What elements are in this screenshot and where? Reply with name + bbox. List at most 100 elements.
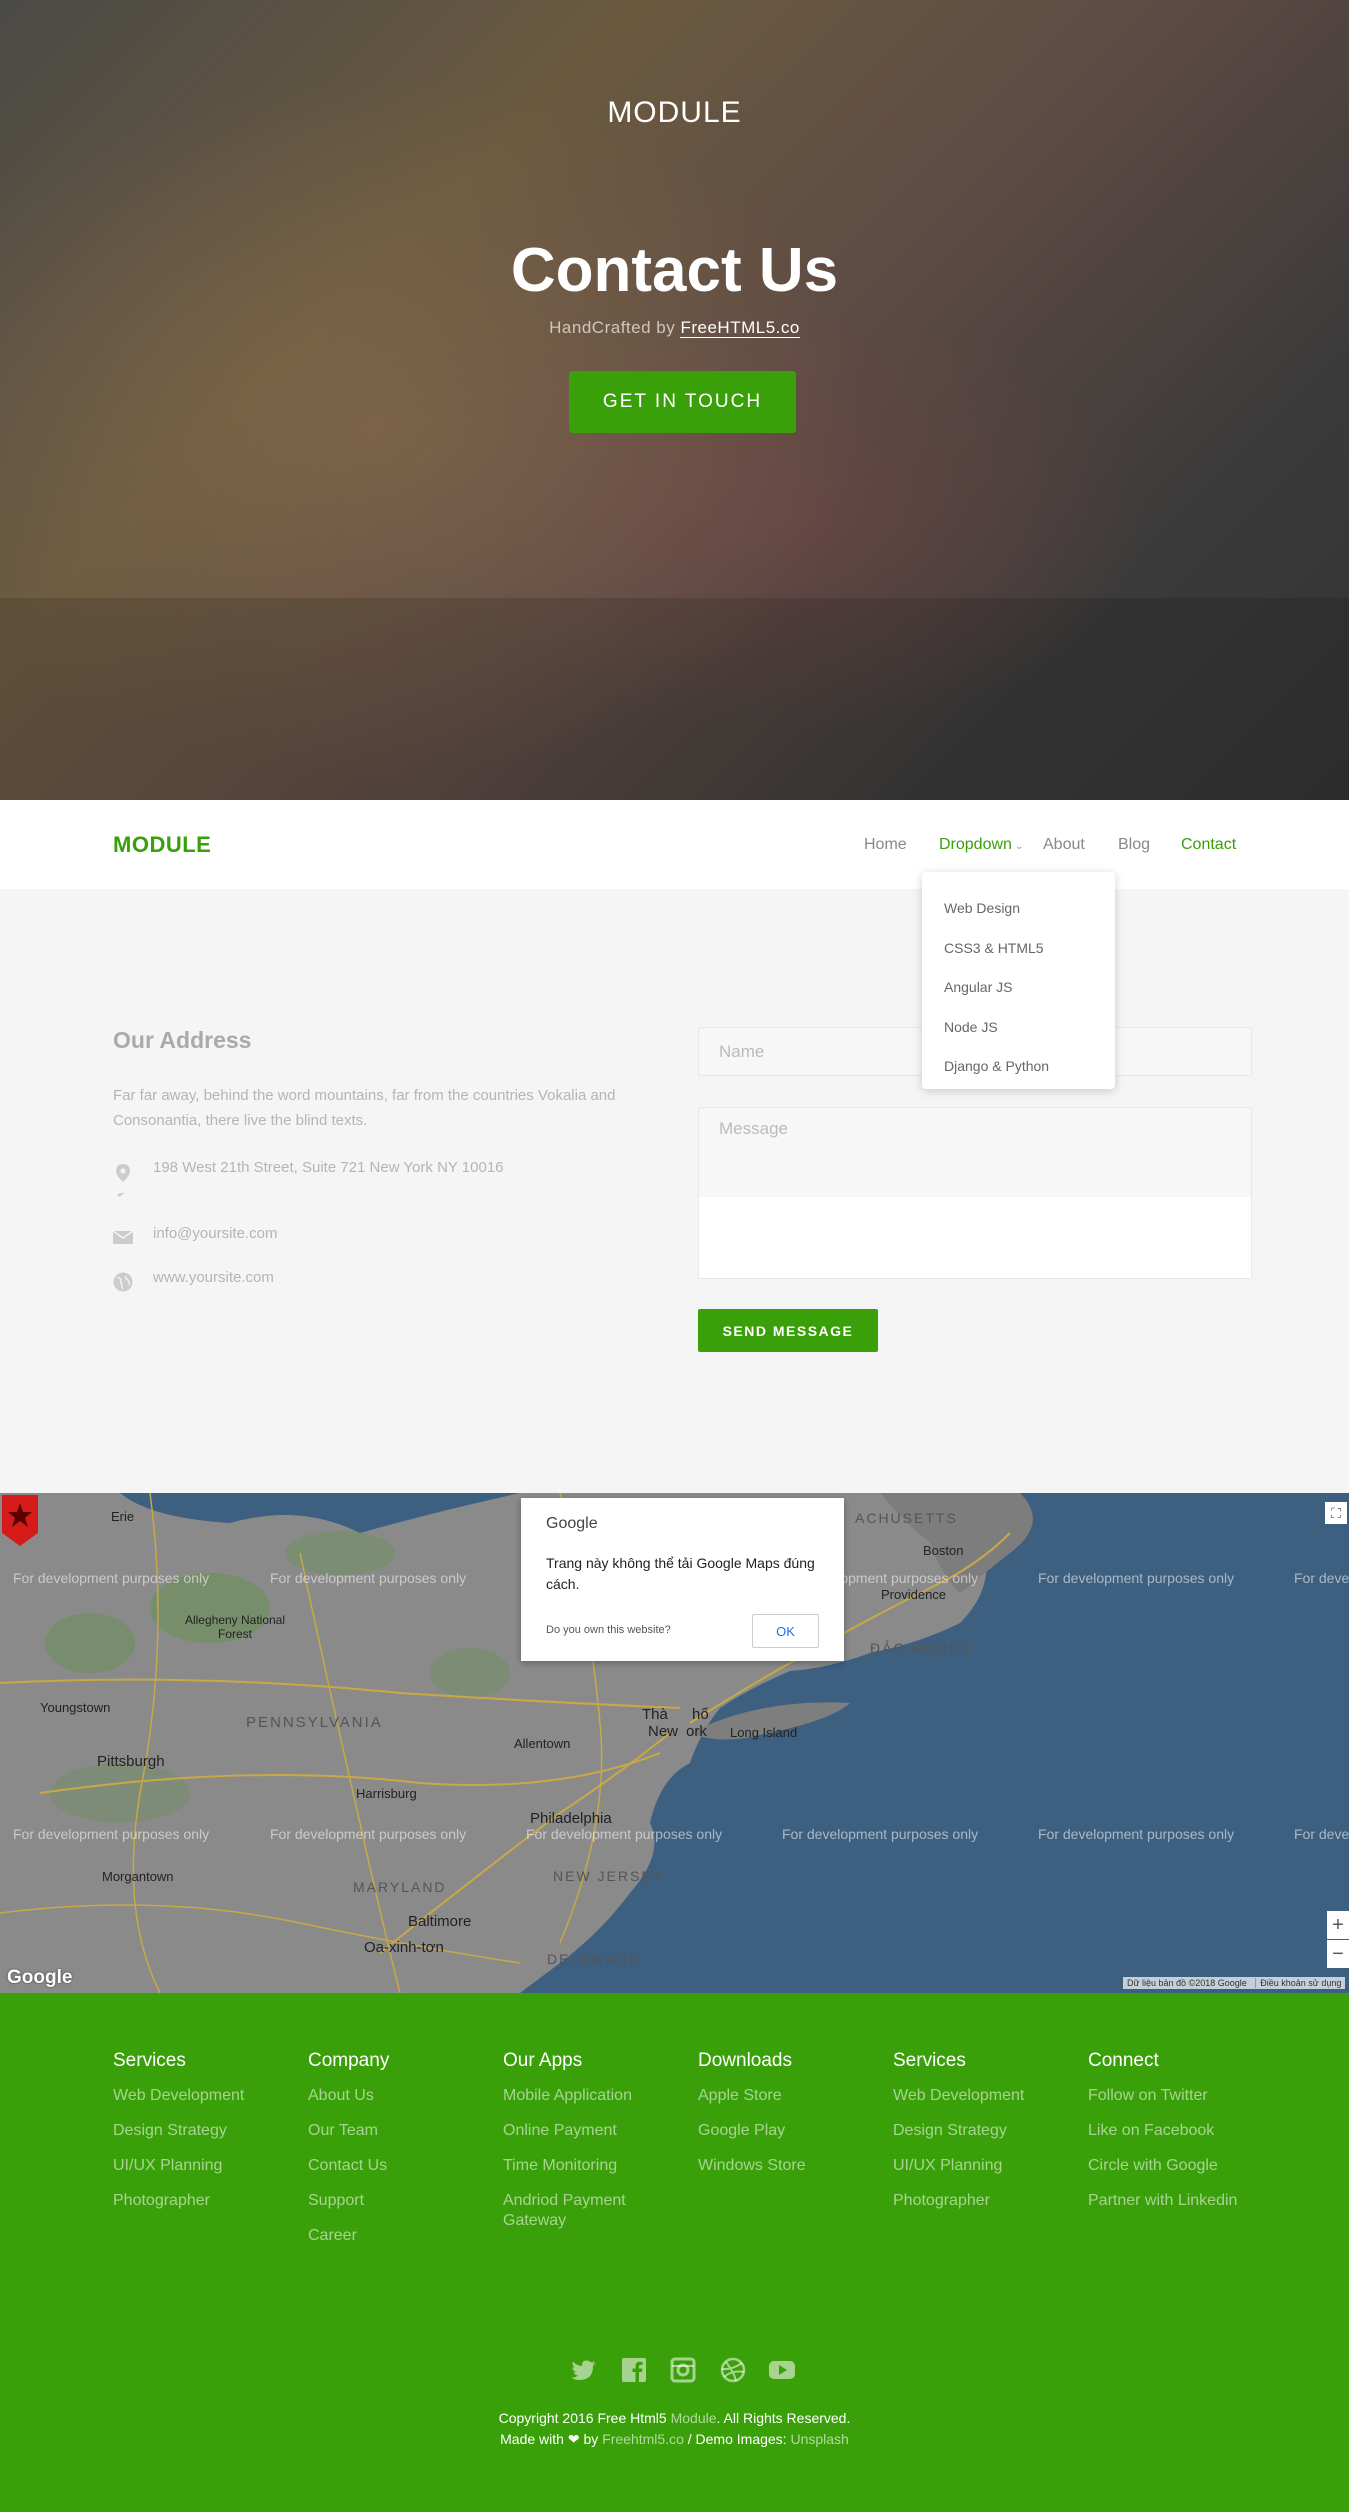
dropdown-item-angular-js[interactable]: Angular JS bbox=[944, 979, 1012, 995]
footer-link[interactable]: Photographer bbox=[113, 2191, 293, 2211]
footer-link[interactable]: Andriod Payment Gateway bbox=[503, 2191, 663, 2231]
footer-link[interactable]: Support bbox=[308, 2191, 488, 2211]
map-marker-icon[interactable] bbox=[0, 1493, 40, 1548]
map-pin-icon bbox=[113, 1162, 133, 1197]
footer-link[interactable]: Web Development bbox=[113, 2086, 293, 2106]
hero-logo[interactable]: MODULE bbox=[0, 96, 1349, 130]
message-placeholder: Message bbox=[719, 1119, 788, 1138]
footer-link[interactable]: Design Strategy bbox=[893, 2121, 1073, 2141]
map-label-nyc-a: Thà bbox=[642, 1706, 668, 1723]
hero-credit-link[interactable]: FreeHTML5.co bbox=[680, 318, 800, 338]
footer-heading: Connect bbox=[1088, 2050, 1159, 2071]
google-logo-small: Google bbox=[546, 1515, 598, 1532]
map-label-boston: Boston bbox=[923, 1543, 964, 1558]
footer-link[interactable]: Google Play bbox=[698, 2121, 878, 2141]
dropdown-item-node-js[interactable]: Node JS bbox=[944, 1019, 998, 1035]
dev-watermark: For development purposes only bbox=[1038, 1570, 1235, 1586]
footer-link[interactable]: Like on Facebook bbox=[1088, 2121, 1288, 2141]
map-label-nyc-d: hố bbox=[692, 1706, 709, 1723]
site-footer: Services Web Development Design Strategy… bbox=[0, 1993, 1349, 2512]
copyright-module-link[interactable]: Module bbox=[671, 2410, 717, 2426]
fullscreen-icon[interactable]: ⛶ bbox=[1325, 1502, 1347, 1524]
footer-link[interactable]: UI/UX Planning bbox=[893, 2156, 1073, 2176]
map-label-washington: Oa-xinh-tơn bbox=[364, 1939, 444, 1956]
footer-link[interactable]: Our Team bbox=[308, 2121, 488, 2141]
address-title: Our Address bbox=[113, 1027, 252, 1053]
footer-link[interactable]: Circle with Google bbox=[1088, 2156, 1288, 2176]
footer-heading: Services bbox=[113, 2050, 186, 2071]
map-label-long-island: Long Island bbox=[730, 1725, 798, 1740]
map-label-providence: Providence bbox=[881, 1587, 947, 1602]
nav-item-contact[interactable]: Contact bbox=[1181, 836, 1236, 854]
footer-link[interactable]: Mobile Application bbox=[503, 2086, 663, 2106]
unsplash-link[interactable]: Unsplash bbox=[790, 2431, 848, 2447]
footer-link[interactable]: Career bbox=[308, 2226, 488, 2246]
nav-item-blog[interactable]: Blog bbox=[1118, 836, 1150, 854]
footer-link[interactable]: UI/UX Planning bbox=[113, 2156, 293, 2176]
hero-lower-band bbox=[0, 598, 1349, 800]
hero-subtitle-prefix: HandCrafted by bbox=[549, 318, 676, 337]
map-label-allentown: Allentown bbox=[514, 1736, 571, 1751]
footer-link[interactable]: Photographer bbox=[893, 2191, 1073, 2211]
map-data-text: Dữ liệu bản đồ ©2018 Google bbox=[1127, 1978, 1247, 1988]
dropdown-item-css3-html5[interactable]: CSS3 & HTML5 bbox=[944, 940, 1044, 956]
zoom-out-button[interactable]: − bbox=[1327, 1940, 1349, 1968]
dropdown-item-web-design[interactable]: Web Design bbox=[944, 900, 1020, 916]
footer-link[interactable]: Time Monitoring bbox=[503, 2156, 663, 2176]
map-label-rhode-island: ĐẢO RHODE bbox=[870, 1640, 973, 1656]
dev-watermark: For development purposes only bbox=[782, 1826, 979, 1842]
nav-item-about[interactable]: About bbox=[1043, 836, 1085, 854]
address-email[interactable]: info@yoursite.com bbox=[153, 1225, 277, 1242]
credits-made-with: Made with bbox=[500, 2431, 564, 2447]
map-section[interactable]: For development purposes only For develo… bbox=[0, 1493, 1349, 1993]
map-label-delaware: DELAWARE bbox=[547, 1951, 641, 1967]
footer-link[interactable]: Windows Store bbox=[698, 2156, 878, 2176]
dialog-ok-button[interactable]: OK bbox=[752, 1614, 819, 1648]
dev-watermark: For development purposes only bbox=[1294, 1826, 1349, 1842]
dev-watermark: For development purposes only bbox=[13, 1826, 210, 1842]
youtube-icon[interactable] bbox=[767, 2355, 797, 2385]
contact-section: Our Address Far far away, behind the wor… bbox=[0, 889, 1349, 1493]
nav-item-dropdown[interactable]: Dropdown ⌄ bbox=[939, 836, 1023, 854]
map-label-maryland: MARYLAND bbox=[353, 1879, 447, 1895]
map-label-allegheny: Allegheny National Forest bbox=[184, 1613, 286, 1641]
own-website-link[interactable]: Do you own this website? bbox=[546, 1624, 671, 1636]
footer-heading: Our Apps bbox=[503, 2050, 583, 2071]
freehtml5-link[interactable]: Freehtml5.co bbox=[602, 2431, 684, 2447]
map-terms-link[interactable]: Điều khoản sử dụng bbox=[1255, 1978, 1342, 1988]
footer-link[interactable]: Follow on Twitter bbox=[1088, 2086, 1288, 2106]
credits-by: by bbox=[583, 2431, 599, 2447]
get-in-touch-button[interactable]: GET IN TOUCH bbox=[569, 371, 796, 433]
zoom-in-button[interactable]: + bbox=[1327, 1911, 1349, 1939]
message-textarea[interactable]: Message bbox=[698, 1107, 1252, 1279]
copyright-suffix: . All Rights Reserved. bbox=[716, 2410, 851, 2426]
footer-heading: Company bbox=[308, 2050, 390, 2071]
dev-watermark: For development purposes only bbox=[270, 1826, 467, 1842]
main-navbar: MODULE Home Dropdown ⌄ About Blog Contact bbox=[0, 800, 1349, 889]
footer-heading: Services bbox=[893, 2050, 966, 2071]
nav-item-home[interactable]: Home bbox=[864, 836, 907, 854]
map-label-nyc-b: New bbox=[648, 1723, 679, 1740]
footer-link[interactable]: About Us bbox=[308, 2086, 488, 2106]
twitter-icon[interactable] bbox=[569, 2355, 599, 2385]
google-logo[interactable]: Google bbox=[7, 1967, 72, 1989]
send-message-button[interactable]: SEND MESSAGE bbox=[698, 1309, 878, 1352]
map-label-new-jersey: NEW JERSEY bbox=[553, 1868, 665, 1884]
facebook-icon[interactable] bbox=[619, 2355, 649, 2385]
instagram-icon[interactable] bbox=[668, 2355, 698, 2385]
dev-watermark: For development purposes only bbox=[526, 1826, 723, 1842]
footer-link[interactable]: Contact Us bbox=[308, 2156, 488, 2176]
footer-link[interactable]: Online Payment bbox=[503, 2121, 663, 2141]
nav-logo[interactable]: MODULE bbox=[113, 832, 211, 858]
footer-link[interactable]: Apple Store bbox=[698, 2086, 878, 2106]
footer-link[interactable]: Web Development bbox=[893, 2086, 1073, 2106]
footer-link[interactable]: Partner with Linkedin bbox=[1088, 2191, 1288, 2211]
address-website[interactable]: www.yoursite.com bbox=[153, 1269, 274, 1286]
footer-column-connect: Connect Follow on Twitter Like on Facebo… bbox=[1088, 2050, 1288, 2226]
dribbble-icon[interactable] bbox=[718, 2355, 748, 2385]
footer-column-services-2: Services Web Development Design Strategy… bbox=[893, 2050, 1073, 2226]
credits-line: Made with ❤ by Freehtml5.co / Demo Image… bbox=[0, 2431, 1349, 2448]
dropdown-item-django-python[interactable]: Django & Python bbox=[944, 1058, 1049, 1074]
footer-link[interactable]: Design Strategy bbox=[113, 2121, 293, 2141]
footer-column-company: Company About Us Our Team Contact Us Sup… bbox=[308, 2050, 488, 2261]
